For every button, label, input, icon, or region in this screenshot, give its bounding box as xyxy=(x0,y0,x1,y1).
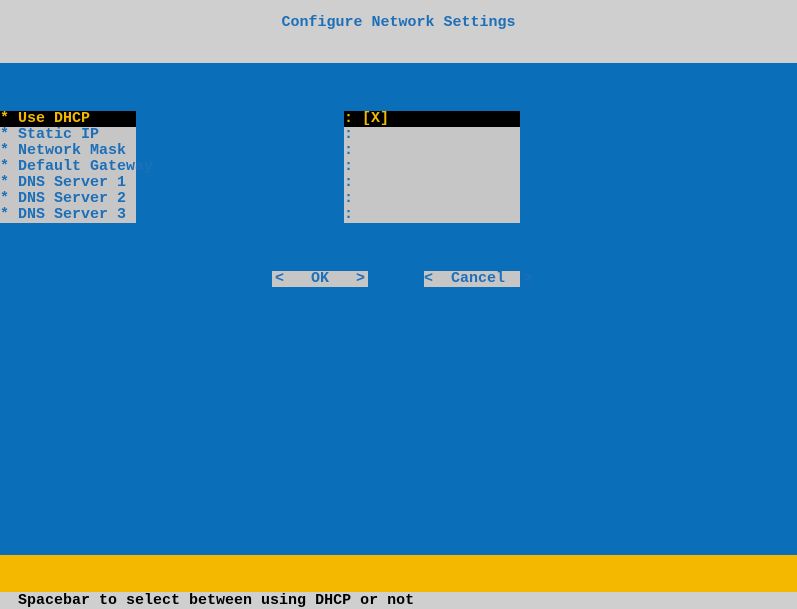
setting-dns-server-2[interactable]: * DNS Server 2 xyxy=(0,191,136,207)
value-use-dhcp[interactable]: : [X] xyxy=(344,111,520,127)
setting-network-mask[interactable]: * Network Mask xyxy=(0,143,136,159)
cancel-button[interactable]: < Cancel > xyxy=(424,271,520,287)
value-static-ip[interactable]: : xyxy=(344,127,520,143)
main-panel: * Use DHCP * Static IP * Network Mask * … xyxy=(0,63,797,555)
header-bar: Configure Network Settings xyxy=(0,0,797,63)
settings-label-column: * Use DHCP * Static IP * Network Mask * … xyxy=(0,111,136,223)
status-bar: Spacebar to select between using DHCP or… xyxy=(0,555,797,592)
setting-dns-server-3[interactable]: * DNS Server 3 xyxy=(0,207,136,223)
setting-dns-server-1[interactable]: * DNS Server 1 xyxy=(0,175,136,191)
setting-default-gateway[interactable]: * Default Gateway xyxy=(0,159,136,175)
status-hint: Spacebar to select between using DHCP or… xyxy=(18,592,414,609)
value-default-gateway[interactable]: : xyxy=(344,159,520,175)
setting-static-ip[interactable]: * Static IP xyxy=(0,127,136,143)
page-title: Configure Network Settings xyxy=(281,0,515,31)
settings-value-column: : [X] : : : : : : xyxy=(344,111,520,223)
value-network-mask[interactable]: : xyxy=(344,143,520,159)
value-dns-server-1[interactable]: : xyxy=(344,175,520,191)
value-dns-server-2[interactable]: : xyxy=(344,191,520,207)
value-dns-server-3[interactable]: : xyxy=(344,207,520,223)
ok-button[interactable]: < OK > xyxy=(272,271,368,287)
setting-use-dhcp[interactable]: * Use DHCP xyxy=(0,111,136,127)
